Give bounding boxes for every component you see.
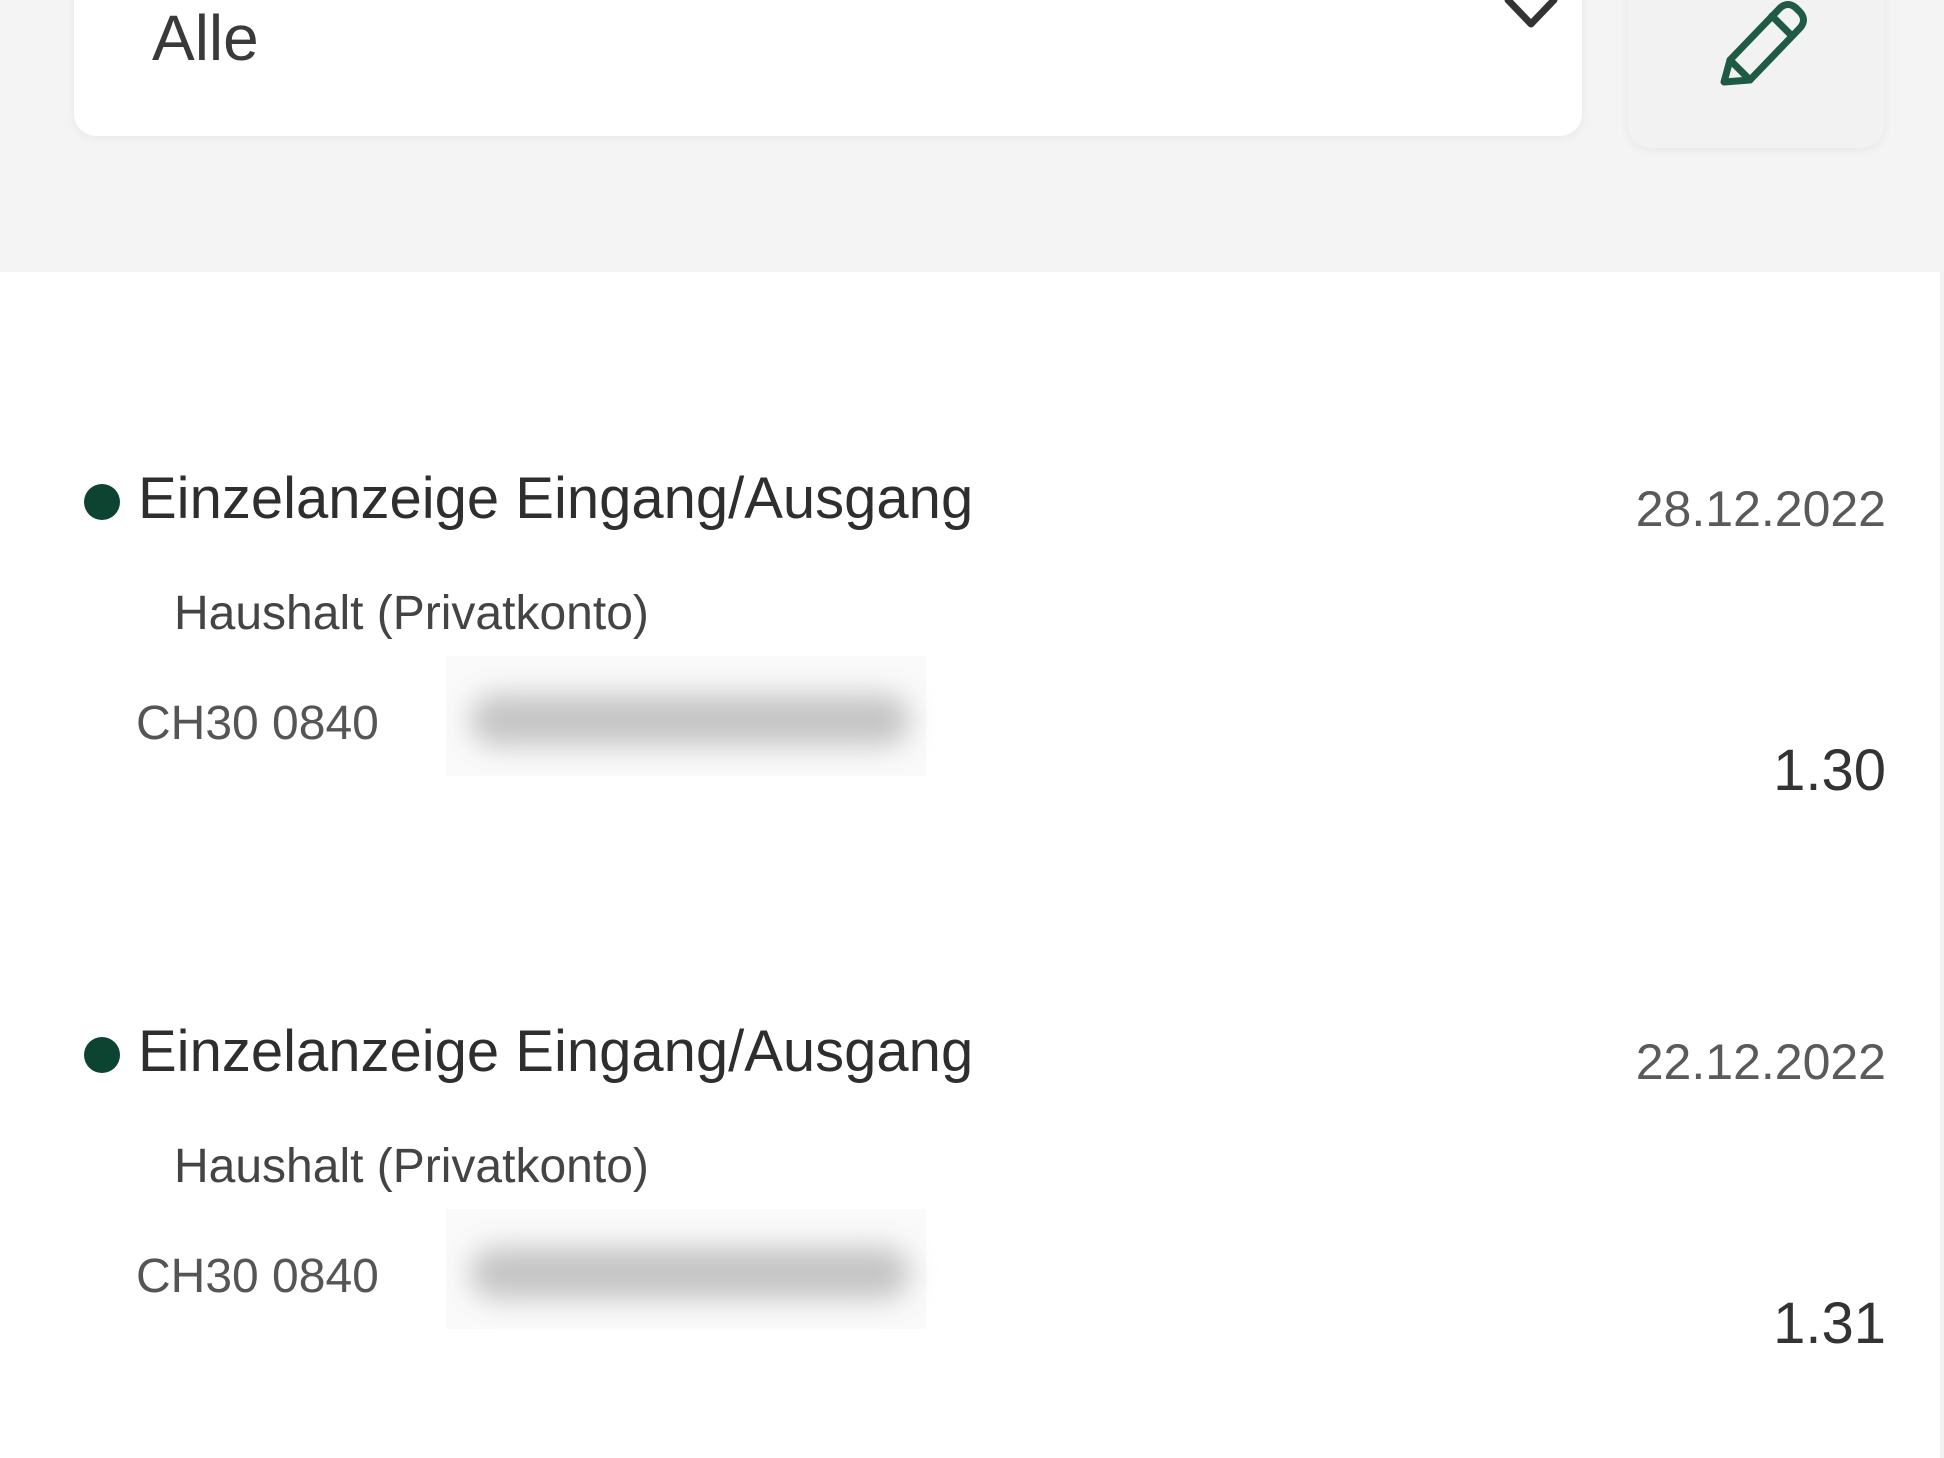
transaction-list: Einzelanzeige Eingang/Ausgang 28.12.2022…: [0, 272, 1944, 1458]
edit-button[interactable]: [1628, 0, 1884, 148]
transaction-title: Einzelanzeige Eingang/Ausgang: [138, 1019, 974, 1084]
transaction-amount: 1.30: [1773, 738, 1886, 803]
iban-redaction: [446, 1209, 926, 1329]
transaction-amount: 1.31: [1773, 1291, 1886, 1356]
transaction-account: Haushalt (Privatkonto): [174, 1140, 649, 1193]
filter-select[interactable]: Alle: [74, 0, 1582, 136]
transaction-iban: CH30 0840: [136, 697, 379, 750]
scrollbar-track[interactable]: [1940, 272, 1944, 1458]
transaction-row[interactable]: Einzelanzeige Eingang/Ausgang 22.12.2022…: [0, 825, 1944, 1353]
transaction-row[interactable]: Einzelanzeige Eingang/Ausgang 28.12.2022…: [0, 272, 1944, 800]
transaction-date: 22.12.2022: [1635, 1034, 1886, 1090]
transaction-account: Haushalt (Privatkonto): [174, 587, 649, 640]
transaction-date: 28.12.2022: [1635, 481, 1886, 537]
pencil-icon: [1720, 1, 1807, 86]
status-dot: [84, 1037, 120, 1073]
filter-area: Alle: [0, 0, 1944, 272]
chevron-down-icon: [1504, 0, 1558, 28]
transaction-iban: CH30 0840: [136, 1250, 379, 1303]
transaction-title: Einzelanzeige Eingang/Ausgang: [138, 466, 974, 531]
filter-select-value: Alle: [152, 2, 259, 74]
iban-redaction: [446, 656, 926, 776]
status-dot: [84, 484, 120, 520]
